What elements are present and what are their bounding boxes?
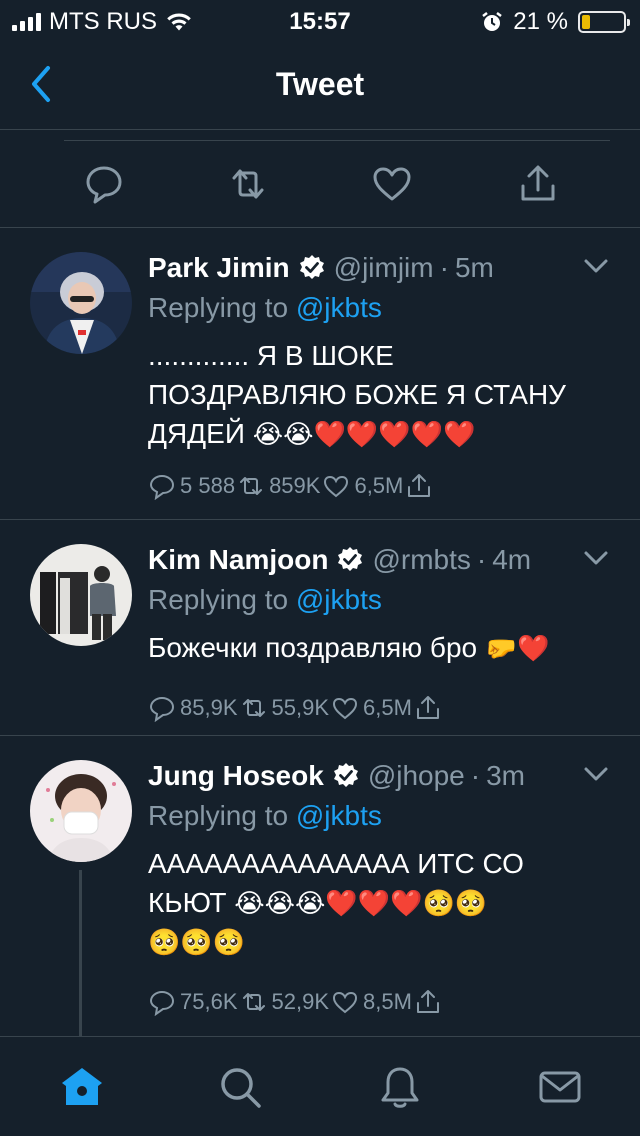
emoji-sequence: 😭😭😭❤️❤️❤️🥺🥺 xyxy=(234,889,488,919)
retweet-icon xyxy=(240,477,263,495)
share-icon[interactable] xyxy=(516,162,560,206)
tweet-actions: 75,6K 52,9K 8,5M xyxy=(148,985,620,1019)
search-icon[interactable] xyxy=(216,1063,264,1111)
tweet-time: 5m xyxy=(454,252,494,283)
author-handle[interactable]: @rmbts xyxy=(372,544,470,576)
home-icon[interactable] xyxy=(58,1063,106,1111)
replying-to: Replying to @jkbts xyxy=(148,584,382,615)
battery-percent: 21 % xyxy=(513,8,568,35)
author-handle[interactable]: @jimjim xyxy=(334,252,434,284)
avatar[interactable] xyxy=(30,252,132,354)
replying-to-link[interactable]: @jkbts xyxy=(296,584,382,615)
share-button[interactable] xyxy=(414,694,442,722)
main-tweet-actions xyxy=(0,130,640,228)
tweet-text: ............. Я В ШОКЕ ПОЗДРАВЛЯЮ БОЖЕ Я… xyxy=(148,340,566,450)
like-icon xyxy=(324,475,349,498)
reply-icon[interactable] xyxy=(82,162,126,206)
like-icon[interactable] xyxy=(370,162,414,206)
tweet-reply[interactable]: Jung Hoseok @jhope · 3m Replying to @jkb… xyxy=(0,736,640,1036)
avatar[interactable] xyxy=(30,544,132,646)
author-handle[interactable]: @jhope xyxy=(368,760,465,792)
share-button[interactable] xyxy=(405,472,433,500)
alarm-icon xyxy=(482,12,503,31)
reply-button[interactable]: 5 588 xyxy=(148,472,235,500)
reply-icon xyxy=(149,474,175,500)
top-nav-bar: Tweet xyxy=(0,40,640,130)
retweet-button[interactable]: 859K xyxy=(237,472,320,500)
messages-icon[interactable] xyxy=(536,1063,584,1111)
tweet-actions: 5 588 859K 6,5M xyxy=(148,469,620,503)
author-name[interactable]: Jung Hoseok xyxy=(148,760,324,792)
tweet-text: Божечки поздравляю бро 🤛❤️ xyxy=(148,632,550,664)
retweet-button[interactable]: 55,9K xyxy=(240,694,329,722)
reply-icon xyxy=(149,696,175,722)
verified-badge-icon xyxy=(338,547,363,571)
retweet-icon xyxy=(242,993,265,1011)
retweet-icon xyxy=(242,699,265,717)
like-button[interactable]: 8,5M xyxy=(331,988,412,1016)
tweet-time: 4m xyxy=(492,544,532,575)
tweet-time: 3m xyxy=(486,760,525,791)
retweet-button[interactable]: 52,9K xyxy=(240,988,329,1016)
verified-badge-icon xyxy=(333,763,358,787)
tweet-reply[interactable]: Park Jimin @jimjim · 5m Replying to @jkb… xyxy=(0,228,640,520)
verified-badge-icon xyxy=(299,255,324,279)
replying-to: Replying to @jkbts xyxy=(148,292,382,323)
retweet-icon[interactable] xyxy=(226,162,270,206)
like-icon xyxy=(332,991,358,1014)
share-icon xyxy=(408,474,431,497)
replying-to-link[interactable]: @jkbts xyxy=(296,292,382,323)
tweet-reply[interactable]: Kim Namjoon @rmbts · 4m Replying to @jkb… xyxy=(0,520,640,736)
emoji-sequence: 🥺🥺🥺 xyxy=(148,928,246,958)
reply-button[interactable]: 75,6K xyxy=(148,988,238,1016)
emoji-sequence: 😭😭❤️❤️❤️❤️❤️ xyxy=(252,420,476,450)
page-title: Tweet xyxy=(275,66,365,102)
author-name[interactable]: Park Jimin xyxy=(148,252,290,284)
tweet-text: АААААААААААААА ИТС СО КЬЮТ 😭😭😭❤️❤️❤️🥺🥺 🥺… xyxy=(148,844,620,963)
chevron-down-icon[interactable] xyxy=(582,762,610,786)
notifications-icon[interactable] xyxy=(376,1063,424,1111)
emoji-sequence: 🤛❤️ xyxy=(484,634,550,664)
status-bar: MTS RUS 15:57 21 % xyxy=(0,0,640,40)
replying-to: Replying to @jkbts xyxy=(148,800,382,831)
battery-icon xyxy=(578,11,630,33)
like-button[interactable]: 6,5M xyxy=(331,694,412,722)
reply-icon xyxy=(149,990,175,1016)
avatar[interactable] xyxy=(30,760,132,862)
chevron-down-icon[interactable] xyxy=(582,254,610,278)
share-icon xyxy=(416,990,439,1013)
thread-line xyxy=(79,870,82,1036)
share-button[interactable] xyxy=(414,988,442,1016)
bottom-tab-bar xyxy=(0,1036,640,1136)
share-icon xyxy=(416,696,439,719)
reply-button[interactable]: 85,9K xyxy=(148,694,238,722)
author-name[interactable]: Kim Namjoon xyxy=(148,544,328,576)
like-button[interactable]: 6,5M xyxy=(322,472,403,500)
like-icon xyxy=(332,697,358,720)
chevron-down-icon[interactable] xyxy=(582,546,610,570)
replying-to-link[interactable]: @jkbts xyxy=(296,800,382,831)
tweet-actions: 85,9K 55,9K 6,5M xyxy=(148,691,620,725)
